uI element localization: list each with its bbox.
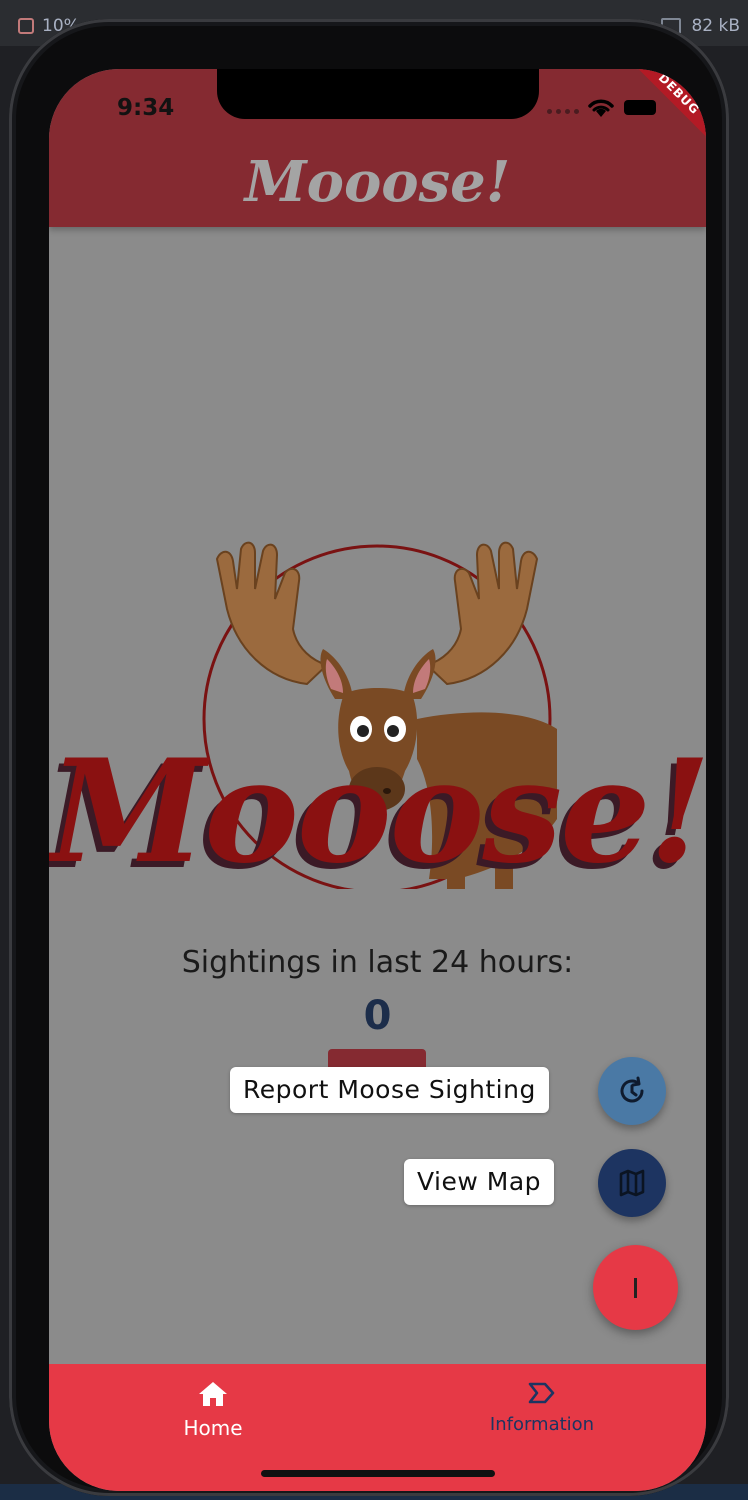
logo-wordmark: Mooose! [49,729,706,895]
report-sighting-button[interactable] [598,1057,666,1125]
view-map-button[interactable] [598,1149,666,1217]
home-indicator[interactable] [261,1470,495,1477]
report-sighting-label[interactable]: Report Moose Sighting [230,1067,549,1113]
history-icon [620,1076,644,1103]
sightings-label: Sightings in last 24 hours: [181,945,574,980]
cellular-signal-icon [547,109,579,114]
memory-usage-text: 82 kB [691,16,740,36]
label-icon [528,1382,555,1404]
battery-icon [624,100,656,115]
nav-item-information[interactable]: Information [442,1380,642,1435]
nav-label-home: Home [183,1416,243,1440]
close-bar-icon [634,1277,637,1298]
status-time: 9:34 [117,95,175,121]
speed-dial-toggle-button[interactable] [593,1245,678,1330]
cpu-icon [18,18,34,34]
app-bar: 9:34 DEBUG Mooose! [49,69,706,227]
nav-label-information: Information [489,1414,595,1435]
home-icon [199,1382,227,1406]
nav-item-home[interactable]: Home [113,1380,313,1440]
map-icon [619,1169,645,1197]
phone-frame: 9:34 DEBUG Mooose! Mooose! Sightings in … [9,19,729,1496]
sightings-count: 0 [363,993,392,1039]
phone-screen: 9:34 DEBUG Mooose! Mooose! Sightings in … [49,69,706,1491]
wifi-icon [588,99,614,117]
view-map-label[interactable]: View Map [404,1159,555,1205]
status-bar: 9:34 DEBUG [49,69,706,149]
app-title: Mooose! [244,149,511,215]
camera-notch [217,69,539,119]
